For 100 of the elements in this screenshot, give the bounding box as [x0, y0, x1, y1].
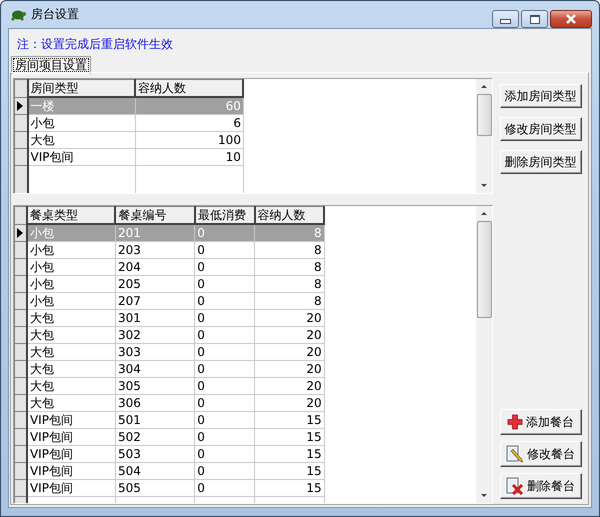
grid-row[interactable]: 大包 301 0 20: [14, 310, 476, 326]
table-cell: 0: [194, 258, 255, 276]
grid-row[interactable]: 小包 204 0 8: [14, 258, 476, 276]
table-cell: 20: [254, 310, 324, 326]
table-cell: 203: [115, 242, 195, 258]
turtle-icon: [10, 8, 26, 20]
grid-row[interactable]: 大包 100: [14, 132, 476, 148]
table-action-button[interactable]: 修改餐台: [500, 441, 582, 467]
table-cell: 小包: [26, 276, 116, 292]
grid-row[interactable]: 小包 6: [14, 114, 476, 132]
grid-row[interactable]: VIP包间 501 0 15: [14, 412, 476, 428]
table-cell: 大包: [26, 378, 116, 394]
table-cell: 201: [115, 224, 195, 242]
table-cell: VIP包间: [26, 480, 116, 496]
pencil-on-paper-icon: [506, 445, 524, 463]
table-cell: VIP包间: [26, 412, 116, 428]
table-cell: 8: [254, 258, 324, 276]
grid-row[interactable]: VIP包间 503 0 15: [14, 446, 476, 462]
table-cell: 205: [115, 276, 195, 292]
table-cell: VIP包间: [26, 446, 116, 462]
paper-with-x-icon: [506, 477, 524, 495]
maximize-button[interactable]: [521, 10, 548, 28]
restart-notice: 注：设置完成后重启软件生效: [16, 36, 174, 53]
table-cell: 20: [254, 394, 324, 412]
table-cell: 0: [194, 428, 255, 446]
table-cell: 502: [115, 428, 195, 446]
grid-row[interactable]: 大包 304 0 20: [14, 360, 476, 378]
table-cell: 0: [194, 326, 255, 344]
table-cell: 504: [115, 462, 195, 480]
vertical-scrollbar[interactable]: [476, 79, 492, 193]
column-header[interactable]: 容纳人数: [254, 206, 324, 224]
table-cell: 15: [254, 412, 324, 428]
table-cell: VIP包间: [28, 148, 136, 166]
column-header[interactable]: 最低消费: [194, 206, 255, 224]
table-cell: 503: [115, 446, 195, 462]
grid-row[interactable]: 大包 306 0 20: [14, 394, 476, 412]
table-cell: 302: [115, 326, 195, 344]
table-cell: 20: [254, 360, 324, 378]
minimize-button[interactable]: [492, 10, 519, 28]
table-cell: 306: [115, 394, 195, 412]
table-action-button[interactable]: 添加餐台: [500, 409, 582, 435]
window-title: 房台设置: [31, 6, 79, 23]
grid-row[interactable]: 大包 302 0 20: [14, 326, 476, 344]
vertical-scrollbar[interactable]: [476, 206, 492, 503]
grid-row[interactable]: VIP包间 505 0 15: [14, 480, 476, 496]
grid-row[interactable]: 大包 303 0 20: [14, 344, 476, 360]
table-cell: 15: [254, 480, 324, 496]
grid-row[interactable]: VIP包间 10: [14, 148, 476, 166]
table-cell: 505: [115, 480, 195, 496]
grid-row[interactable]: 大包 305 0 20: [14, 378, 476, 394]
table-cell: 20: [254, 344, 324, 360]
table-cell: 207: [115, 292, 195, 310]
table-cell: 20: [254, 378, 324, 394]
column-header[interactable]: 餐桌编号: [115, 206, 195, 224]
table-cell: 305: [115, 378, 195, 394]
table-cell: 8: [254, 224, 324, 242]
table-cell: 小包: [26, 224, 116, 242]
column-header[interactable]: 餐桌类型: [26, 206, 116, 224]
table-cell: 大包: [26, 344, 116, 360]
table-cell: 501: [115, 412, 195, 428]
table-cell: 304: [115, 360, 195, 378]
table-cell: 小包: [26, 292, 116, 310]
table-cell: 0: [194, 480, 255, 496]
table-cell: 204: [115, 258, 195, 276]
table-cell: 0: [194, 224, 255, 242]
room-type-button[interactable]: 删除房间类型: [500, 150, 582, 174]
grid-row[interactable]: VIP包间 502 0 15: [14, 428, 476, 446]
grid-row[interactable]: 小包 203 0 8: [14, 242, 476, 258]
table-cell: 0: [194, 360, 255, 378]
table-cell: 0: [194, 344, 255, 360]
table-cell: 8: [254, 292, 324, 310]
grid-row[interactable]: 小包 205 0 8: [14, 276, 476, 292]
room-type-button[interactable]: 修改房间类型: [500, 117, 582, 141]
table-cell: 小包: [26, 258, 116, 276]
table-cell: 6: [135, 114, 244, 132]
table-cell: 8: [254, 242, 324, 258]
table-cell: 15: [254, 428, 324, 446]
column-header[interactable]: 房间类型: [28, 80, 136, 97]
room-type-button[interactable]: 添加房间类型: [500, 84, 582, 108]
table-cell: 60: [135, 97, 244, 114]
table-cell: 0: [194, 412, 255, 428]
table-cell: 0: [194, 292, 255, 310]
table-cell: 15: [254, 462, 324, 480]
grid-row[interactable]: 小包 207 0 8: [14, 292, 476, 310]
table-cell: 303: [115, 344, 195, 360]
settings-tab[interactable]: 房间项目设置: [11, 56, 91, 74]
table-cell: 小包: [28, 114, 136, 132]
table-cell: 0: [194, 462, 255, 480]
grid-row[interactable]: VIP包间 504 0 15: [14, 462, 476, 480]
close-button[interactable]: [550, 10, 592, 28]
table-action-button[interactable]: 删除餐台: [500, 473, 582, 499]
table-cell: 大包: [26, 310, 116, 326]
table-cell: VIP包间: [26, 428, 116, 446]
table-cell: 大包: [26, 326, 116, 344]
table-cell: 大包: [28, 132, 136, 148]
table-cell: 20: [254, 326, 324, 344]
table-cell: 0: [194, 310, 255, 326]
table-cell: 0: [194, 394, 255, 412]
column-header[interactable]: 容纳人数: [135, 80, 244, 97]
table-cell: 小包: [26, 242, 116, 258]
